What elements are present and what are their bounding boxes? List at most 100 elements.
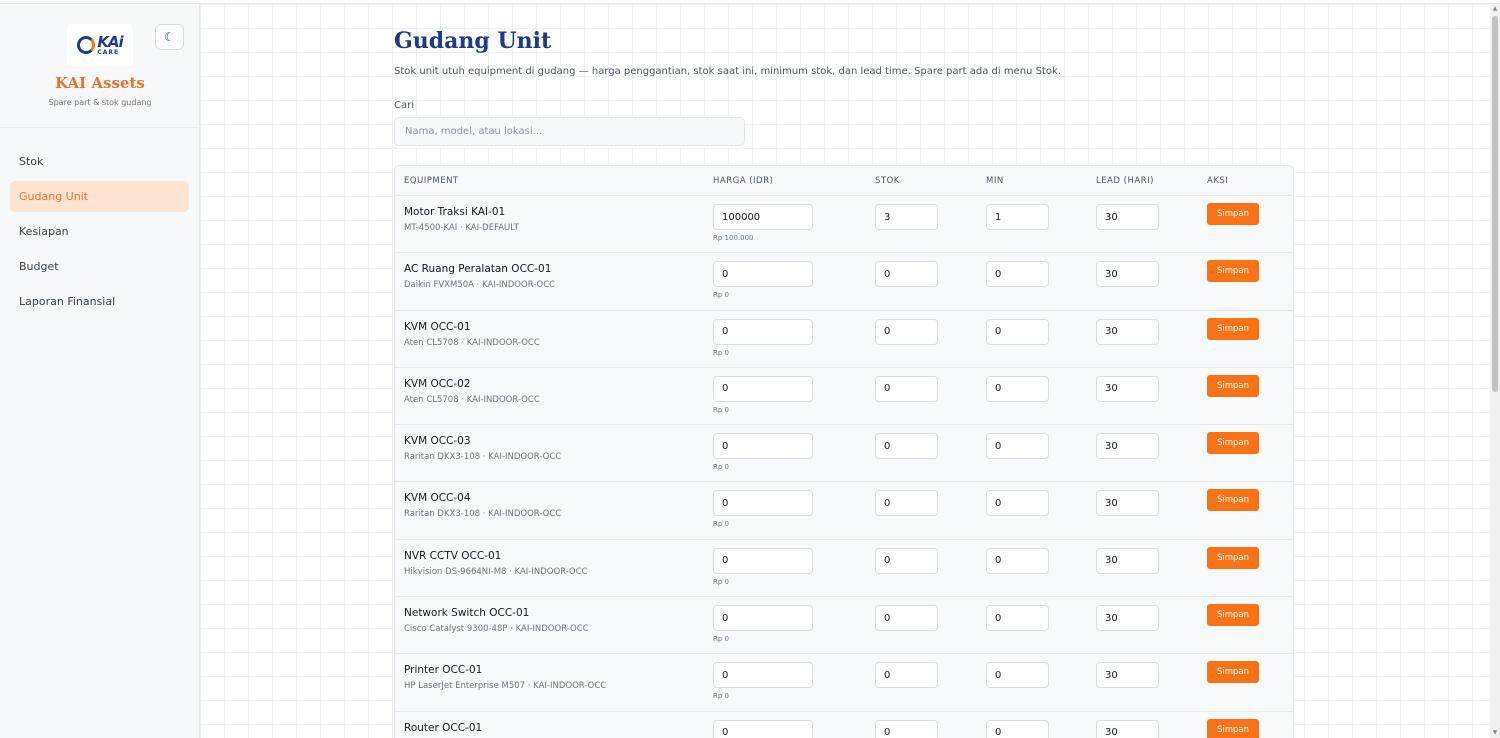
stock-input[interactable] — [875, 318, 938, 345]
stock-input[interactable] — [875, 719, 938, 738]
lead-time-input[interactable] — [1096, 261, 1159, 288]
stock-input[interactable] — [875, 204, 938, 230]
min-stock-input[interactable] — [986, 547, 1049, 574]
sidebar-item-gudang-unit[interactable]: Gudang Unit — [10, 181, 189, 212]
save-button[interactable]: Simpan — [1207, 604, 1259, 627]
table-row: Network Switch OCC-01 Cisco Catalyst 9300… — [395, 597, 1293, 655]
price-input[interactable] — [713, 605, 813, 632]
save-button[interactable]: Simpan — [1207, 489, 1259, 512]
equipment-model-location: Daikin FVXM50A · KAI-INDOOR-OCC — [404, 280, 556, 291]
lead-time-input[interactable] — [1096, 433, 1159, 460]
stock-input[interactable] — [875, 261, 938, 288]
lead-time-input[interactable] — [1096, 204, 1159, 230]
min-stock-input[interactable] — [986, 490, 1049, 517]
column-header: AKSI — [1207, 176, 1229, 186]
stock-input[interactable] — [875, 375, 938, 402]
lead-time-input[interactable] — [1096, 490, 1159, 517]
scroll-down-icon[interactable]: ▼ — [1491, 728, 1499, 738]
logo-wordmark: KAi CARE — [97, 34, 123, 56]
equipment-model-location: Raritan DKX3-108 · KAI-INDOOR-OCC — [404, 452, 562, 463]
price-input[interactable] — [713, 204, 813, 230]
sidebar-item-budget[interactable]: Budget — [10, 251, 189, 282]
equipment-model-location: Aten CL5708 · KAI-INDOOR-OCC — [404, 337, 540, 348]
save-button[interactable]: Simpan — [1207, 546, 1259, 569]
price-formatted: Rp 0 — [713, 520, 729, 529]
table-row: Router OCC-01 Simpan — [395, 711, 1293, 738]
price-input[interactable] — [713, 318, 813, 345]
equipment-name: Motor Traksi KAI-01 — [404, 206, 506, 218]
save-button[interactable]: Simpan — [1207, 374, 1259, 397]
price-input[interactable] — [713, 719, 813, 738]
min-stock-input[interactable] — [986, 375, 1049, 402]
price-formatted: Rp 0 — [713, 348, 729, 357]
equipment-name: KVM OCC-02 — [404, 377, 471, 390]
equipment-name: AC Ruang Peralatan OCC-01 — [404, 263, 552, 276]
lead-time-input[interactable] — [1096, 318, 1159, 345]
table-row: KVM OCC-01 Aten CL5708 · KAI-INDOOR-OCC Rp… — [395, 310, 1293, 368]
sidebar-item-laporan-finansial[interactable]: Laporan Finansial — [10, 286, 189, 317]
min-stock-input[interactable] — [986, 605, 1049, 632]
scroll-up-icon[interactable]: ▲ — [1491, 4, 1499, 14]
save-button[interactable]: Simpan — [1207, 432, 1259, 455]
sidebar: KAi CARE ☾ KAI Assets Spare part & stok … — [0, 4, 200, 738]
price-formatted: Rp 0 — [713, 577, 729, 586]
min-stock-input[interactable] — [986, 204, 1049, 230]
table-body: Motor Traksi KAI-01 MT-4500-KAI · KAI-DEF… — [395, 196, 1293, 738]
price-input[interactable] — [713, 433, 813, 460]
search-input[interactable] — [394, 117, 745, 146]
stock-input[interactable] — [875, 490, 938, 517]
equipment-name: KVM OCC-03 — [404, 435, 471, 448]
equipment-model-location: MT-4500-KAI · KAI-DEFAULT — [404, 223, 519, 233]
sidebar-item-stok[interactable]: Stok — [10, 146, 189, 177]
table-row: NVR CCTV OCC-01 Hikvision DS-9664NI-M8 · … — [395, 539, 1293, 598]
stock-input[interactable] — [875, 547, 938, 574]
price-input[interactable] — [713, 662, 813, 689]
theme-toggle-button[interactable]: ☾ — [155, 24, 184, 50]
brand-title: KAI Assets — [55, 74, 145, 92]
min-stock-input[interactable] — [986, 261, 1049, 288]
min-stock-input[interactable] — [986, 662, 1049, 689]
table-row: AC Ruang Peralatan OCC-01 Daikin FVXM50A … — [395, 253, 1293, 311]
price-formatted: Rp 0 — [713, 291, 729, 300]
save-button[interactable]: Simpan — [1207, 317, 1259, 340]
equipment-model-location: Cisco Catalyst 9300-48P · KAI-INDOOR-OCC — [404, 624, 589, 635]
lead-time-input[interactable] — [1096, 719, 1159, 738]
equipment-name: Network Switch OCC-01 — [404, 607, 530, 620]
stock-input[interactable] — [875, 433, 938, 460]
table-row: Printer OCC-01 HP LaserJet Enterprise M50… — [395, 654, 1293, 712]
equipment-name: KVM OCC-01 — [404, 320, 471, 333]
price-input[interactable] — [713, 490, 813, 517]
min-stock-input[interactable] — [986, 433, 1049, 460]
scroll-thumb[interactable] — [1492, 16, 1498, 392]
lead-time-input[interactable] — [1096, 375, 1159, 402]
equipment-name: NVR CCTV OCC-01 — [404, 549, 502, 562]
sidebar-nav: Stok Gudang Unit Kesiapan Budget Laporan Fin… — [0, 128, 199, 317]
min-stock-input[interactable] — [986, 318, 1049, 345]
price-formatted: Rp 0 — [713, 635, 729, 644]
equipment-model-location: Aten CL5708 · KAI-INDOOR-OCC — [404, 394, 540, 405]
lead-time-input[interactable] — [1096, 662, 1159, 689]
save-button[interactable]: Simpan — [1207, 718, 1259, 738]
page-scrollbar[interactable]: ▲ ▼ — [1490, 4, 1500, 738]
price-formatted: Rp 100.000 — [713, 234, 754, 242]
save-button[interactable]: Simpan — [1207, 203, 1259, 225]
save-button[interactable]: Simpan — [1207, 260, 1259, 283]
stock-input[interactable] — [875, 662, 938, 689]
lead-time-input[interactable] — [1096, 605, 1159, 632]
column-header: STOK — [875, 176, 900, 186]
price-formatted: Rp 0 — [713, 405, 729, 414]
price-input[interactable] — [713, 547, 813, 574]
equipment-name: KVM OCC-04 — [404, 492, 471, 505]
lead-time-input[interactable] — [1096, 547, 1159, 574]
moon-icon: ☾ — [164, 30, 175, 44]
table-row: KVM OCC-04 Raritan DKX3-108 · KAI-INDOOR-… — [395, 482, 1293, 540]
price-input[interactable] — [713, 261, 813, 288]
equipment-model-location: Hikvision DS-9664NI-M8 · KAI-INDOOR-OCC — [404, 566, 588, 577]
price-input[interactable] — [713, 375, 813, 402]
stock-input[interactable] — [875, 605, 938, 632]
column-header: HARGA (IDR) — [713, 176, 774, 186]
min-stock-input[interactable] — [986, 719, 1049, 738]
save-button[interactable]: Simpan — [1207, 661, 1259, 684]
sidebar-item-kesiapan[interactable]: Kesiapan — [10, 216, 189, 247]
equipment-name: Router OCC-01 — [404, 721, 483, 734]
